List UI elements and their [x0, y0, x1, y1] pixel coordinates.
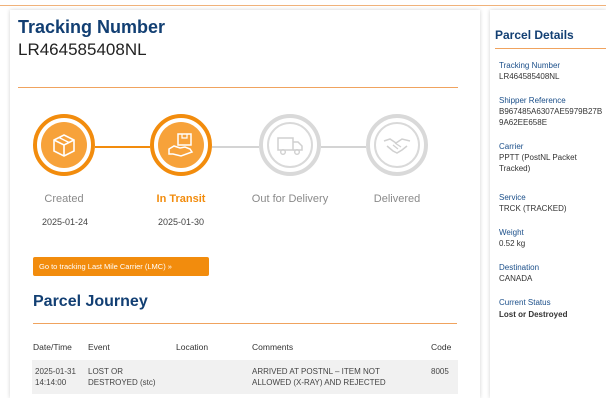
journey-divider	[33, 323, 457, 324]
col-header-datetime: Date/Time	[33, 342, 72, 352]
row-date: 2025-01-31	[35, 367, 76, 376]
progress-connector-2	[212, 146, 259, 148]
detail-label-weight: Weight	[499, 228, 524, 237]
step-created-circle	[33, 114, 95, 176]
step-label-out-for-delivery: Out for Delivery	[251, 193, 329, 205]
step-label-delivered: Delivered	[373, 193, 421, 205]
detail-value-shipper-2: 9A62EE658E	[499, 118, 548, 127]
page-title: Tracking Number	[18, 17, 166, 37]
detail-label-carrier: Carrier	[499, 142, 524, 151]
package-box-icon	[53, 134, 75, 157]
row-comment-line1: ARRIVED AT POSTNL – ITEM NOT	[252, 367, 380, 376]
col-header-event: Event	[88, 342, 110, 352]
step-date-created: 2025-01-24	[41, 217, 89, 227]
hand-package-icon	[168, 133, 194, 157]
detail-value-carrier-1: PPTT (PostNL Packet	[499, 153, 577, 162]
step-label-in-transit: In Transit	[156, 193, 206, 205]
detail-label-shipper: Shipper Reference	[499, 96, 566, 105]
top-accent-line	[0, 5, 606, 6]
step-delivered-circle	[366, 114, 428, 176]
step-in-transit-circle	[150, 114, 212, 176]
detail-value-tracking: LR464585408NL	[499, 72, 560, 81]
detail-label-destination: Destination	[499, 263, 540, 272]
detail-value-destination: CANADA	[499, 274, 533, 283]
detail-value-service: TRCK (TRACKED)	[499, 204, 567, 213]
detail-label-tracking: Tracking Number	[499, 61, 561, 70]
row-event-line2: DESTROYED (stc)	[88, 378, 156, 387]
track-lmc-button[interactable]: Go to tracking Last Mile Carrier (LMC) »	[33, 257, 209, 276]
detail-label-service: Service	[499, 193, 526, 202]
step-label-created: Created	[44, 193, 84, 205]
col-header-code: Code	[431, 342, 452, 352]
row-code: 8005	[431, 367, 449, 376]
delivery-truck-icon	[277, 137, 303, 156]
progress-connector-1	[95, 146, 150, 148]
col-header-comments: Comments	[252, 342, 294, 352]
header-divider	[18, 87, 458, 88]
handshake-icon	[383, 138, 411, 154]
detail-value-status: Lost or Destroyed	[499, 310, 568, 319]
detail-value-shipper-1: B967485A6307AE5979B27B	[499, 107, 603, 116]
row-event-line1: LOST OR	[88, 367, 123, 376]
step-out-for-delivery-circle	[259, 114, 321, 176]
details-divider	[495, 48, 606, 49]
tracking-number-value: LR464585408NL	[18, 40, 147, 59]
detail-value-weight: 0.52 kg	[499, 239, 526, 248]
detail-label-status: Current Status	[499, 298, 551, 307]
row-comment-line2: ALLOWED (X-RAY) AND REJECTED	[252, 378, 386, 387]
parcel-journey-title: Parcel Journey	[33, 293, 148, 310]
col-header-location: Location	[176, 342, 209, 352]
parcel-details-title: Parcel Details	[495, 28, 574, 42]
step-date-in-transit: 2025-01-30	[157, 217, 205, 227]
progress-connector-3	[321, 146, 366, 148]
detail-value-carrier-2: Tracked)	[499, 164, 531, 173]
row-time: 14:14:00	[35, 378, 67, 387]
